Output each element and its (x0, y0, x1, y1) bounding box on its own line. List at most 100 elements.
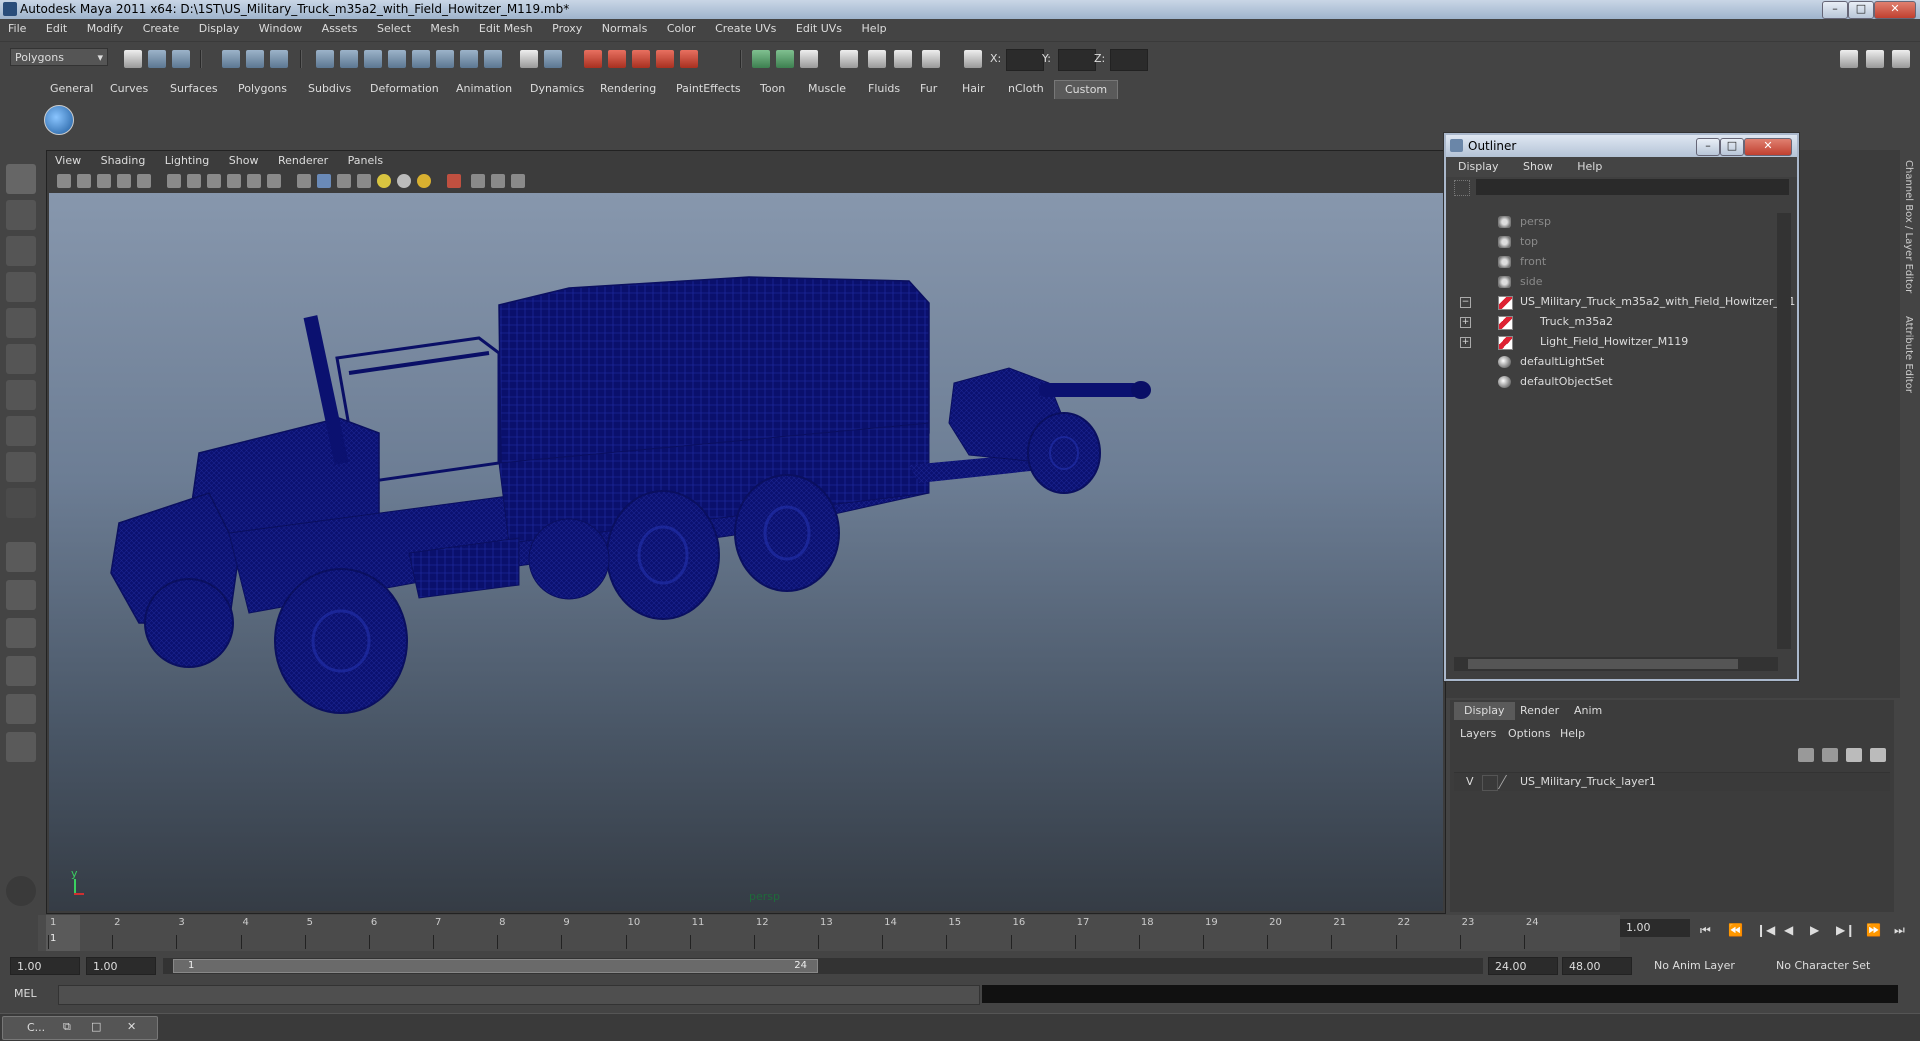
close-icon[interactable]: ✕ (127, 1020, 136, 1033)
playback-end-field[interactable]: 24.00 (1488, 957, 1558, 975)
save-scene-icon[interactable] (172, 50, 190, 68)
share-icon[interactable] (511, 174, 525, 188)
layer-menu-help[interactable]: Help (1560, 727, 1585, 740)
hypershade-icon[interactable] (656, 50, 674, 68)
anim-layer-dropdown[interactable]: No Anim Layer (1648, 957, 1748, 975)
current-frame-field[interactable]: 1.00 (1620, 919, 1690, 937)
command-input[interactable] (58, 985, 980, 1005)
play-backwards-icon[interactable]: ◀ (1784, 923, 1793, 937)
layout-single-icon[interactable] (752, 50, 770, 68)
layer-color-swatch[interactable] (1497, 775, 1520, 789)
side-tab-attribute-editor[interactable]: Attribute Editor (1903, 316, 1914, 393)
shelf-tab-painteffects[interactable]: PaintEffects (666, 80, 751, 98)
range-slider-thumb[interactable]: 1 24 (173, 959, 818, 973)
layout-persp-graph-icon[interactable] (6, 732, 36, 762)
render-view-icon[interactable] (680, 50, 698, 68)
make-live-icon[interactable] (436, 50, 454, 68)
end-time-field[interactable]: 48.00 (1562, 957, 1632, 975)
safe-title-icon[interactable] (267, 174, 281, 188)
character-set-dropdown[interactable]: No Character Set (1770, 957, 1880, 975)
hand-tool-icon[interactable] (6, 876, 36, 906)
outliner-menu-show[interactable]: Show (1511, 157, 1562, 173)
outliner-close-button[interactable]: ✕ (1744, 138, 1792, 156)
outliner-item[interactable]: front (1454, 253, 1774, 271)
minimized-window[interactable]: C... ⧉ □ ✕ (2, 1016, 158, 1040)
shelf-tab-subdivs[interactable]: Subdivs (298, 80, 361, 98)
menu-normals[interactable]: Normals (594, 19, 656, 35)
image-plane-icon[interactable] (117, 174, 131, 188)
expand-toggle[interactable]: + (1460, 337, 1471, 348)
menu-create-uvs[interactable]: Create UVs (707, 19, 784, 35)
channel-box-icon[interactable] (1840, 50, 1858, 68)
maximize-icon[interactable]: □ (91, 1020, 101, 1033)
menu-assets[interactable]: Assets (314, 19, 366, 35)
filter-icon[interactable] (1454, 180, 1470, 196)
wireframe-on-shaded-icon[interactable] (337, 174, 351, 188)
go-to-end-icon[interactable]: ⏭ (1894, 923, 1905, 938)
expand-toggle[interactable]: + (1460, 317, 1471, 328)
outliner-item[interactable]: + Light_Field_Howitzer_M119 (1454, 333, 1774, 351)
absolute-transform-icon[interactable] (964, 50, 982, 68)
go-to-start-icon[interactable]: ⏮ (1700, 923, 1711, 938)
universal-manipulator-icon[interactable] (6, 380, 36, 410)
menu-edit-mesh[interactable]: Edit Mesh (471, 19, 541, 35)
outliner-toggle-icon[interactable] (894, 50, 912, 68)
layer-tab-anim[interactable]: Anim (1564, 702, 1612, 720)
safe-action-icon[interactable] (247, 174, 261, 188)
shelf-tab-polygons[interactable]: Polygons (228, 80, 297, 98)
outliner-filter-input[interactable] (1476, 179, 1789, 195)
lock-icon[interactable] (520, 50, 538, 68)
camera-select-icon[interactable] (57, 174, 71, 188)
time-slider[interactable]: 1 1 2 3 4 5 6 7 8 9 10 11 12 13 14 15 16 17 18 19 20 21 22 23 24… (0, 915, 1920, 951)
move-layer-down-icon[interactable] (1822, 748, 1838, 762)
layout-double-icon[interactable] (776, 50, 794, 68)
paint-select-tool-icon[interactable] (6, 236, 36, 266)
outliner-vertical-scrollbar[interactable] (1777, 213, 1791, 649)
history-icon[interactable] (460, 50, 478, 68)
menu-create[interactable]: Create (135, 19, 188, 35)
menu-file[interactable]: File (0, 19, 34, 35)
checkmark-icon[interactable] (44, 105, 74, 135)
menu-select[interactable]: Select (369, 19, 419, 35)
shelf-tab-ncloth[interactable]: nCloth (998, 80, 1054, 98)
shelf-tab-hair[interactable]: Hair (952, 80, 995, 98)
range-slider-bar[interactable]: 1 24 (163, 958, 1483, 974)
gate-mask-icon[interactable] (207, 174, 221, 188)
snap-point-icon[interactable] (388, 50, 406, 68)
rotate-tool-icon[interactable] (6, 308, 36, 338)
select-component-icon[interactable] (270, 50, 288, 68)
layout-graph-persp-icon[interactable] (6, 656, 36, 686)
camera-attributes-icon[interactable] (77, 174, 91, 188)
outliner-minimize-button[interactable]: – (1696, 138, 1720, 156)
open-scene-icon[interactable] (148, 50, 166, 68)
menu-color[interactable]: Color (659, 19, 704, 35)
start-time-field[interactable]: 1.00 (10, 957, 80, 975)
shelf-tab-fluids[interactable]: Fluids (858, 80, 910, 98)
last-tool-icon[interactable] (6, 488, 36, 518)
input-list-icon[interactable] (544, 50, 562, 68)
layer-template-toggle[interactable] (1482, 775, 1498, 791)
snap-plane-icon[interactable] (412, 50, 430, 68)
new-layer-selected-icon[interactable] (1870, 748, 1886, 762)
default-light-icon[interactable] (377, 174, 391, 188)
move-layer-up-icon[interactable] (1798, 748, 1814, 762)
vp-menu-renderer[interactable]: Renderer (270, 151, 336, 167)
menu-mesh[interactable]: Mesh (422, 19, 467, 35)
layout-single-pane-icon[interactable] (6, 542, 36, 572)
isolate-select-icon[interactable] (447, 174, 461, 188)
x-field[interactable] (1006, 49, 1044, 71)
menu-edit-uvs[interactable]: Edit UVs (788, 19, 850, 35)
xray-joints-icon[interactable] (491, 174, 505, 188)
pick-mask-icon[interactable] (316, 50, 334, 68)
vp-menu-shading[interactable]: Shading (93, 151, 154, 167)
step-back-frame-icon[interactable]: ❙◀ (1756, 923, 1775, 937)
menu-display[interactable]: Display (191, 19, 248, 35)
z-field[interactable] (1110, 49, 1148, 71)
shelf-tab-dynamics[interactable]: Dynamics (520, 80, 594, 98)
ipr-render-icon[interactable] (608, 50, 626, 68)
outliner-menu-display[interactable]: Display (1446, 157, 1508, 173)
shelf-tab-rendering[interactable]: Rendering (590, 80, 666, 98)
layer-row[interactable]: V US_Military_Truck_layer1 (1454, 772, 1890, 791)
select-object-icon[interactable] (246, 50, 264, 68)
move-tool-icon[interactable] (6, 272, 36, 302)
